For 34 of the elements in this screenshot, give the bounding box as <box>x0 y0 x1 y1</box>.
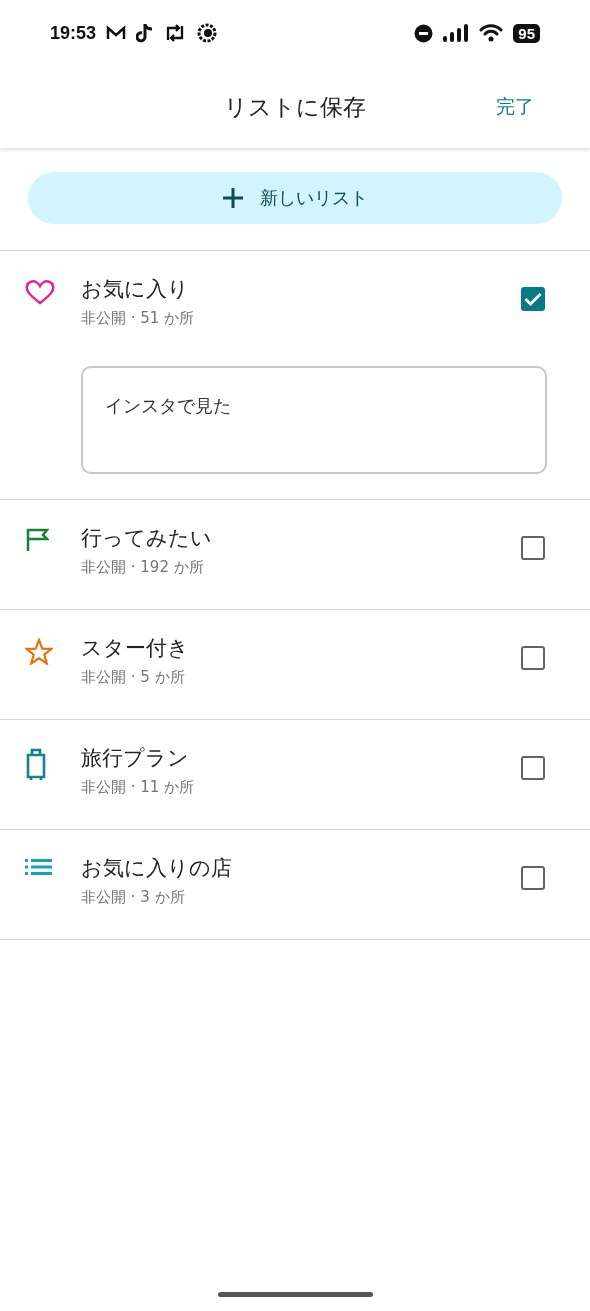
gear-icon <box>196 22 219 44</box>
battery-level: 95 <box>513 23 540 43</box>
list-name: 行ってみたい <box>81 525 213 552</box>
plus-icon <box>222 187 244 209</box>
suitcase-icon <box>25 748 47 782</box>
mail-icon <box>106 25 127 41</box>
note-field[interactable]: インスタで見た <box>81 366 547 474</box>
do-not-disturb-icon <box>414 23 434 43</box>
list-checkbox[interactable] <box>521 287 545 311</box>
heart-icon <box>25 279 55 305</box>
list-details: 非公開 · 51 か所 <box>81 309 196 328</box>
list-name: お気に入り <box>81 276 190 303</box>
list-checkbox[interactable] <box>521 756 545 780</box>
flag-icon <box>25 528 49 552</box>
music-note-icon <box>136 23 155 43</box>
screen-title: リストに保存 <box>224 92 366 122</box>
wifi-icon <box>479 24 504 42</box>
list-details: 非公開 · 192 か所 <box>81 558 205 577</box>
list-details: 非公開 · 3 か所 <box>81 888 186 907</box>
status-time: 19:53 <box>50 22 97 44</box>
list-icon <box>25 858 53 876</box>
list-name: スター付き <box>81 635 190 662</box>
list-details: 非公開 · 5 か所 <box>81 668 186 687</box>
new-list-button[interactable]: 新しいリスト <box>28 172 562 224</box>
list-checkbox[interactable] <box>521 866 545 890</box>
signal-icon <box>443 24 470 42</box>
list-details: 非公開 · 11 か所 <box>81 778 196 797</box>
list-checkbox[interactable] <box>521 646 545 670</box>
done-button[interactable]: 完了 <box>492 90 538 124</box>
list-name: お気に入りの店 <box>81 855 233 882</box>
list-name: 旅行プラン <box>81 745 190 772</box>
checkmark-icon <box>524 292 542 306</box>
list-checkbox[interactable] <box>521 536 545 560</box>
star-icon <box>25 638 53 665</box>
